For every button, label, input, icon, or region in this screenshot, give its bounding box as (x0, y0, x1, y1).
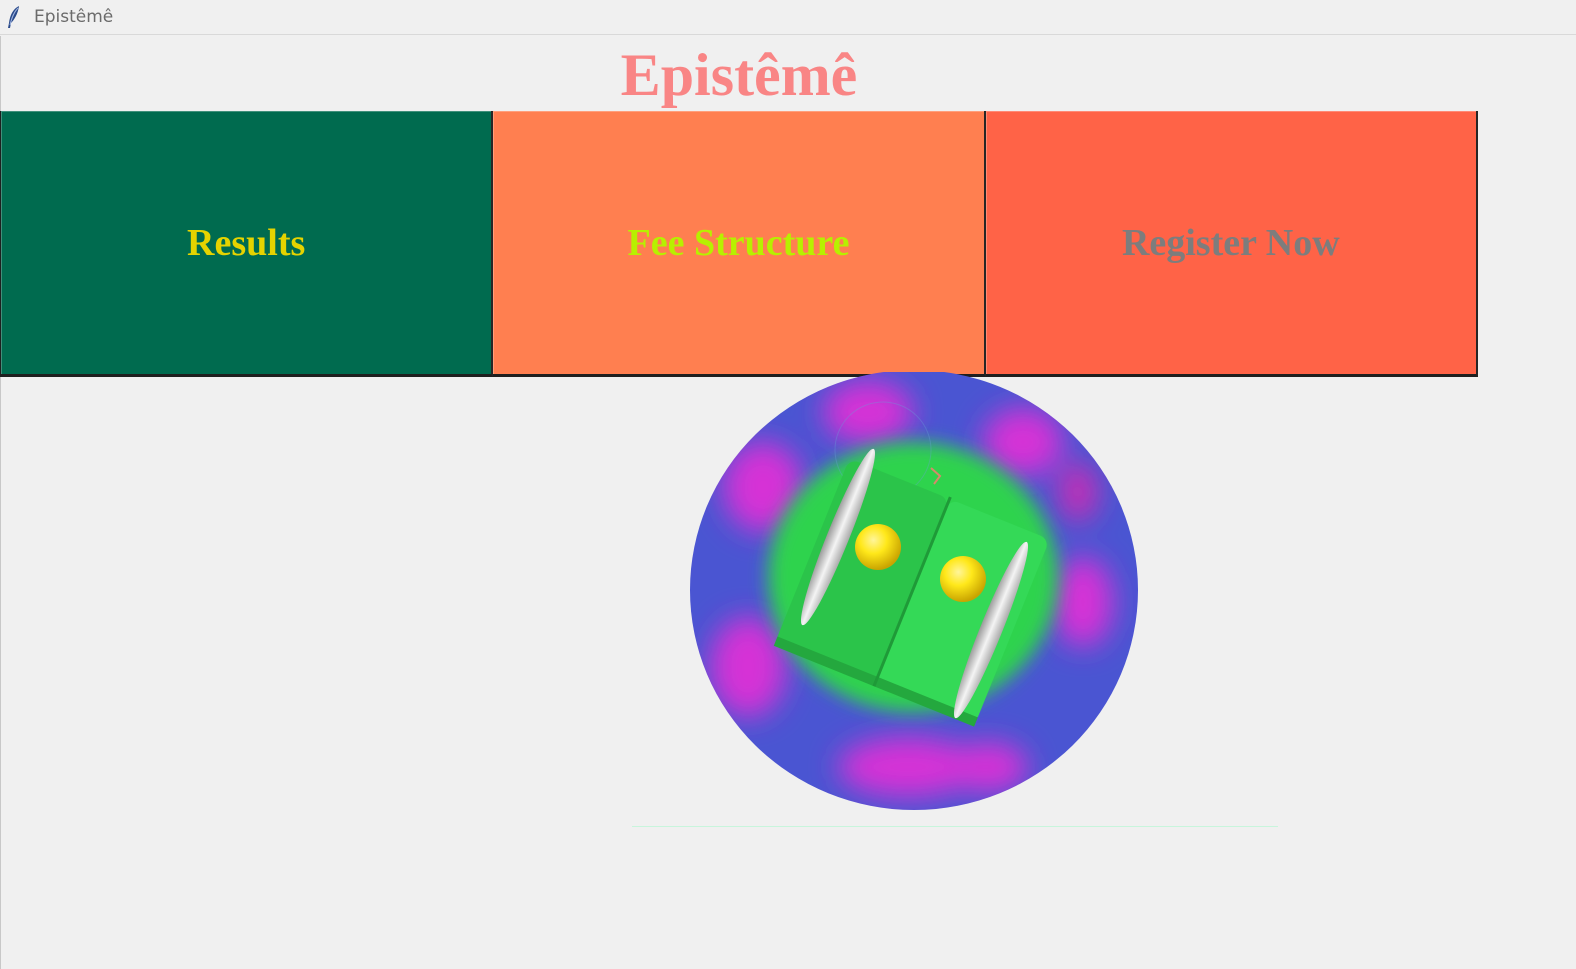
results-button[interactable]: Results (0, 111, 494, 377)
feather-icon (8, 6, 19, 28)
register-now-button[interactable]: Register Now (985, 111, 1478, 377)
window-title: Epistêmê (34, 7, 114, 27)
divider-line (632, 826, 1278, 827)
page-title: Epistêmê (620, 42, 858, 108)
open-book-logo-icon (690, 372, 1138, 810)
window-titlebar: Epistêmê (0, 0, 1576, 35)
nav-button-row: Results Fee Structure Register Now (0, 111, 1478, 377)
fee-structure-button[interactable]: Fee Structure (493, 111, 986, 377)
